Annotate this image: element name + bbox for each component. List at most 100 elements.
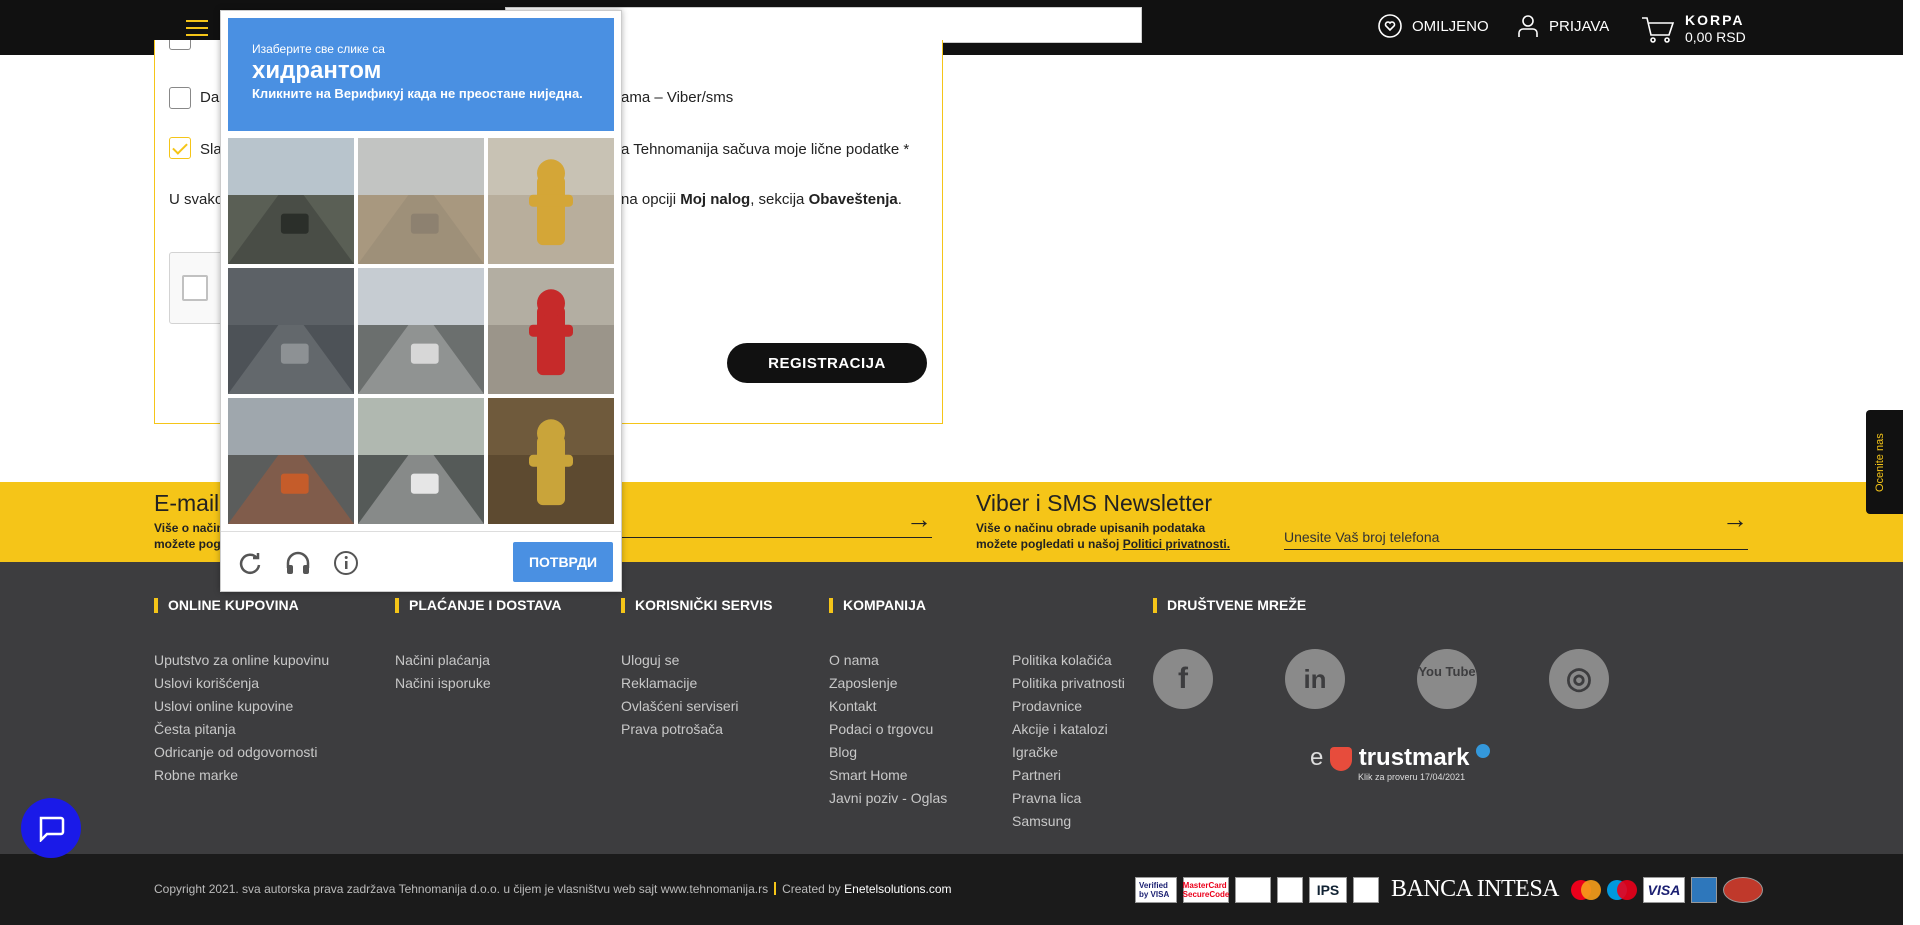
data-consent-checkbox[interactable] [169,137,191,159]
footer-link[interactable]: Odricanje od odgovornosti [154,741,329,764]
footer-heading: DRUŠTVENE MREŽE [1153,598,1306,613]
mastercard-securecode-logo: MasterCard SecureCode [1183,876,1229,903]
rating-tab[interactable]: Ocenite nas [1866,410,1903,514]
viber-consent-label-end: ama – Viber/sms [621,89,734,106]
recaptcha-tile-road-cars[interactable] [358,268,484,394]
footer-link[interactable]: Partneri [1012,764,1125,787]
verified-by-visa-logo: Verified by VISA [1135,876,1177,903]
enetelsolutions-link[interactable]: Enetelsolutions.com [844,882,951,896]
favorites-label: OMILJENO [1412,17,1489,35]
footer-heading: ONLINE KUPOVINA [154,598,329,613]
mastercard-icon [1571,879,1602,900]
page: OMILJENO PRIJAVA KORPA 0,00 RSD Da, ama … [0,0,1920,925]
email-input[interactable] [600,512,932,538]
privacy-policy-link[interactable]: Politici privatnosti. [1123,537,1230,551]
info-icon[interactable] [333,550,359,576]
footer-link[interactable]: Igračke [1012,741,1125,764]
rating-tab-label: Ocenite nas [1874,433,1886,492]
viber-newsletter-desc-1: Više o načinu obrade upisanih podataka [976,521,1206,535]
viber-newsletter-title: Viber i SMS Newsletter [976,490,1213,516]
ips-logo: IPS [1309,876,1347,903]
footer-link[interactable]: Ovlašćeni serviseri [621,695,772,718]
recaptcha-tile-busy-street[interactable] [228,398,354,524]
trustmark-subtitle: Klik za proveru 17/04/2021 [1358,772,1466,782]
visa-logo: VISA [1643,876,1686,903]
footer-link[interactable]: Robne marke [154,764,329,787]
trustmark-badge[interactable]: e trustmark Klik za proveru 17/04/2021 [1310,744,1491,782]
cart-total: 0,00 RSD [1685,29,1746,45]
footer-link[interactable]: Blog [829,741,947,764]
headphones-icon[interactable] [285,550,311,576]
viber-consent-checkbox[interactable] [169,87,191,109]
payment-logos: Verified by VISA MasterCard SecureCode I… [1135,876,1764,903]
phone-input[interactable] [1284,524,1748,550]
recaptcha-challenge: Изаберите све слике са хидрантом Кликнит… [220,10,622,592]
footer-link[interactable]: Podaci o trgovcu [829,718,947,741]
checkbox-partial[interactable] [169,40,191,50]
footer-heading: KORISNIČKI SERVIS [621,598,772,613]
dinacard-logo [1723,876,1764,903]
recaptcha-tile-crosswalk[interactable] [228,268,354,394]
recaptcha-tile-street-traffic-light[interactable] [228,138,354,264]
youtube-icon[interactable]: You Tube [1417,649,1477,709]
footer-link[interactable]: Prava potrošača [621,718,772,741]
phone-submit-arrow-icon[interactable]: → [1722,504,1748,535]
footer-link[interactable]: Uloguj se [621,649,772,672]
recaptcha-target: хидрантом [252,57,382,84]
footer-link[interactable]: Načini isporuke [395,672,561,695]
copyright-text: Copyright 2021. sva autorska prava zadrž… [154,882,769,896]
footer-col-online-shopping: ONLINE KUPOVINA Uputstvo za online kupov… [154,598,329,787]
heart-icon [1378,14,1402,38]
footer-link[interactable]: Uslovi online kupovine [154,695,329,718]
footer-link[interactable]: Česta pitanja [154,718,329,741]
my-account-link[interactable]: Moj nalog [680,191,750,208]
linkedin-icon[interactable]: in [1285,649,1345,709]
login-label: PRIJAVA [1549,17,1610,35]
chat-button[interactable] [21,798,81,858]
instagram-icon[interactable]: ◎ [1549,649,1609,709]
footer-link[interactable]: Pravna lica [1012,787,1125,810]
recaptcha-verify-button[interactable]: ПОТВРДИ [513,542,613,582]
notifications-link[interactable]: Obaveštenja [809,191,898,208]
maestro-icon [1607,879,1638,900]
footer-link[interactable]: Politika kolačića [1012,649,1125,672]
footer-link[interactable]: Samsung [1012,810,1125,833]
footer-link[interactable]: Politika privatnosti [1012,672,1125,695]
footer-link[interactable]: Načini plaćanja [395,649,561,672]
footer-link[interactable]: Reklamacije [621,672,772,695]
banca-intesa-logo: BANCA INTESA [1391,876,1560,902]
footer-link[interactable]: Kontakt [829,695,947,718]
footer-link[interactable]: Akcije i katalozi [1012,718,1125,741]
login-link[interactable]: PRIJAVA [1517,14,1609,38]
cart-link[interactable]: KORPA 0,00 RSD [1641,12,1746,46]
amex-logo [1691,876,1718,903]
register-button[interactable]: REGISTRACIJA [727,343,927,383]
footer-link[interactable]: Uputstvo za online kupovinu [154,649,329,672]
hamburger-menu-icon[interactable] [186,20,208,36]
recaptcha-tile-empty-road[interactable] [358,138,484,264]
footer-col-company: KOMPANIJA O nama Zaposlenje Kontakt Poda… [829,598,947,810]
footer-link[interactable]: Zaposlenje [829,672,947,695]
trustmark-prefix: e [1310,744,1324,771]
footer-link[interactable]: Javni poziv - Oglas [829,787,947,810]
recaptcha-footer: ПОТВРДИ [221,531,621,591]
recaptcha-tile-yellow-hydrant[interactable] [488,138,614,264]
reload-icon[interactable] [237,550,263,576]
recaptcha-instruction-1: Изаберите све слике са [252,42,385,56]
recaptcha-checkbox[interactable] [182,275,208,301]
footer-link[interactable]: Smart Home [829,764,947,787]
recaptcha-tile-yellow-hydrant-closeup[interactable] [488,398,614,524]
favorites-link[interactable]: OMILJENO [1378,14,1489,38]
footer-link[interactable]: Uslovi korišćenja [154,672,329,695]
cart-label: KORPA [1685,12,1745,28]
trustmark-check-icon [1476,744,1491,758]
facebook-icon[interactable]: f [1153,649,1213,709]
trustmark-shield-icon [1330,746,1353,771]
email-submit-arrow-icon[interactable]: → [906,504,932,535]
footer-link[interactable]: O nama [829,649,947,672]
recaptcha-tile-red-hydrant[interactable] [488,268,614,394]
data-consent-label-start: Sla [200,141,222,158]
footer-link[interactable]: Prodavnice [1012,695,1125,718]
recaptcha-tile-highway-car[interactable] [358,398,484,524]
footer-col-customer-service: KORISNIČKI SERVIS Uloguj se Reklamacije … [621,598,772,741]
